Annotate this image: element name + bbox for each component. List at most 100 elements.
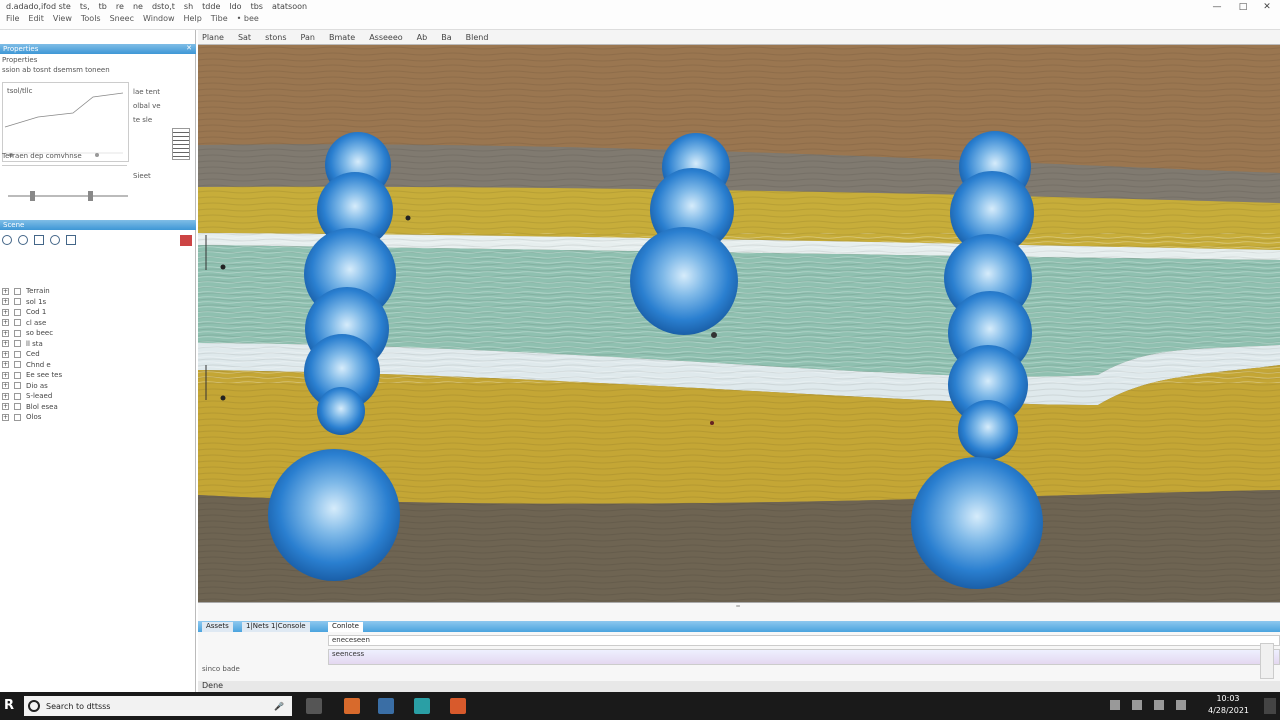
tray-icon[interactable] bbox=[1154, 700, 1164, 710]
add-icon[interactable] bbox=[34, 235, 44, 245]
visibility-checkbox[interactable] bbox=[14, 340, 21, 348]
tree-item[interactable]: + ll sta bbox=[2, 339, 192, 350]
menu-item[interactable]: Tools bbox=[81, 14, 101, 23]
menu-item[interactable]: Help bbox=[184, 14, 202, 23]
visibility-icon[interactable] bbox=[50, 235, 60, 245]
expand-icon[interactable]: + bbox=[2, 361, 9, 369]
visibility-checkbox[interactable] bbox=[14, 413, 21, 421]
visibility-checkbox[interactable] bbox=[14, 329, 21, 337]
expand-icon[interactable]: + bbox=[2, 329, 9, 337]
viewport-toolbar-item[interactable]: Bmate bbox=[329, 33, 355, 42]
tree-item[interactable]: + Terrain bbox=[2, 286, 192, 297]
scene-viewport[interactable] bbox=[198, 45, 1280, 602]
tab-console[interactable]: Conlote bbox=[328, 622, 363, 632]
menu-item[interactable]: Sneec bbox=[110, 14, 134, 23]
vertical-scrollbar[interactable] bbox=[1260, 643, 1274, 679]
visibility-checkbox[interactable] bbox=[14, 350, 21, 358]
expand-icon[interactable]: + bbox=[2, 340, 9, 348]
expand-icon[interactable]: + bbox=[2, 350, 9, 358]
menu-item[interactable]: d.adado,ifod ste bbox=[6, 2, 71, 11]
visibility-checkbox[interactable] bbox=[14, 287, 21, 295]
mic-icon[interactable]: 🎤 bbox=[274, 702, 284, 711]
app-icon[interactable] bbox=[378, 698, 394, 714]
tree-item[interactable]: + cl ase bbox=[2, 318, 192, 329]
menu-item[interactable]: ts, bbox=[80, 2, 90, 11]
maximize-button[interactable]: □ bbox=[1232, 2, 1254, 12]
color-swatch-icon[interactable] bbox=[172, 128, 190, 160]
tree-item[interactable]: + sol 1s bbox=[2, 297, 192, 308]
terrain-layers-canvas[interactable] bbox=[198, 45, 1280, 602]
expand-icon[interactable]: + bbox=[2, 403, 9, 411]
tree-item[interactable]: + so beec bbox=[2, 328, 192, 339]
settings-icon[interactable] bbox=[66, 235, 76, 245]
viewport-toolbar-item[interactable]: Pan bbox=[301, 33, 315, 42]
menu-item[interactable]: File bbox=[6, 14, 19, 23]
filter-icon[interactable] bbox=[2, 235, 12, 245]
menu-item[interactable]: tbs bbox=[251, 2, 263, 11]
clock[interactable]: 10:03 4/28/2021 bbox=[1208, 693, 1249, 717]
tree-item[interactable]: + Blol esea bbox=[2, 402, 192, 413]
visibility-checkbox[interactable] bbox=[14, 319, 21, 327]
search-icon[interactable] bbox=[18, 235, 28, 245]
tab-assets[interactable]: Assets bbox=[202, 622, 233, 632]
app-icon[interactable] bbox=[414, 698, 430, 714]
delete-icon[interactable] bbox=[180, 234, 192, 246]
viewport-toolbar-item[interactable]: Sat bbox=[238, 33, 251, 42]
panel-close-icon[interactable]: ✕ bbox=[186, 44, 192, 52]
slider-track[interactable] bbox=[8, 195, 128, 197]
menu-item[interactable]: Window bbox=[143, 14, 175, 23]
slider-thumb[interactable] bbox=[30, 191, 35, 201]
minimize-button[interactable]: — bbox=[1206, 2, 1228, 12]
viewport-toolbar-item[interactable]: Ba bbox=[441, 33, 451, 42]
start-icon[interactable]: R bbox=[4, 698, 14, 713]
tree-item[interactable]: + Ced bbox=[2, 349, 192, 360]
tree-item[interactable]: + Chnd e bbox=[2, 360, 192, 371]
tree-item[interactable]: + Dio as bbox=[2, 381, 192, 392]
tray-icon[interactable] bbox=[1110, 700, 1120, 710]
resize-handle[interactable]: ═ bbox=[638, 603, 838, 610]
menu-item[interactable]: Tibe bbox=[211, 14, 228, 23]
visibility-checkbox[interactable] bbox=[14, 361, 21, 369]
visibility-checkbox[interactable] bbox=[14, 308, 21, 316]
close-button[interactable]: ✕ bbox=[1256, 2, 1278, 12]
tree-item[interactable]: + S-leaed bbox=[2, 391, 192, 402]
expand-icon[interactable]: + bbox=[2, 413, 9, 421]
viewport-toolbar-item[interactable]: Ab bbox=[417, 33, 428, 42]
menu-item[interactable]: View bbox=[53, 14, 72, 23]
tray-icon[interactable] bbox=[1132, 700, 1142, 710]
visibility-checkbox[interactable] bbox=[14, 382, 21, 390]
taskbar-search[interactable]: Search to dttsss 🎤 bbox=[24, 696, 292, 716]
menu-item[interactable]: Edit bbox=[28, 14, 44, 23]
expand-icon[interactable]: + bbox=[2, 382, 9, 390]
visibility-checkbox[interactable] bbox=[14, 403, 21, 411]
expand-icon[interactable]: + bbox=[2, 371, 9, 379]
slider-thumb[interactable] bbox=[88, 191, 93, 201]
tray-icon[interactable] bbox=[1176, 700, 1186, 710]
notifications-icon[interactable] bbox=[1264, 698, 1276, 714]
expand-icon[interactable]: + bbox=[2, 298, 9, 306]
app-icon[interactable] bbox=[450, 698, 466, 714]
expand-icon[interactable]: + bbox=[2, 308, 9, 316]
viewport-toolbar-item[interactable]: Blend bbox=[466, 33, 489, 42]
expand-icon[interactable]: + bbox=[2, 287, 9, 295]
menu-item[interactable]: tb bbox=[99, 2, 107, 11]
visibility-checkbox[interactable] bbox=[14, 371, 21, 379]
menu-item[interactable]: • bee bbox=[237, 14, 259, 23]
expand-icon[interactable]: + bbox=[2, 319, 9, 327]
tree-item[interactable]: + Olos bbox=[2, 412, 192, 423]
app-icon[interactable] bbox=[344, 698, 360, 714]
task-view-icon[interactable] bbox=[306, 698, 322, 714]
menu-item[interactable]: ne bbox=[133, 2, 143, 11]
tree-item[interactable]: + Cod 1 bbox=[2, 307, 192, 318]
visibility-checkbox[interactable] bbox=[14, 392, 21, 400]
visibility-checkbox[interactable] bbox=[14, 298, 21, 306]
menu-item[interactable]: dsto,t bbox=[152, 2, 175, 11]
viewport-toolbar-item[interactable]: Asseeeo bbox=[369, 33, 402, 42]
menu-item[interactable]: re bbox=[116, 2, 124, 11]
menu-item[interactable]: sh bbox=[184, 2, 193, 11]
menu-item[interactable]: ldo bbox=[229, 2, 241, 11]
expand-icon[interactable]: + bbox=[2, 392, 9, 400]
viewport-toolbar-item[interactable]: Plane bbox=[202, 33, 224, 42]
viewport-toolbar-item[interactable]: stons bbox=[265, 33, 286, 42]
menu-item[interactable]: atatsoon bbox=[272, 2, 307, 11]
